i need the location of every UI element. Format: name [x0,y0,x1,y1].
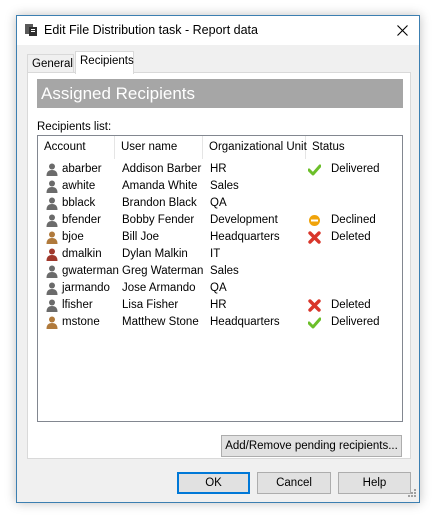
tab-general[interactable]: General [27,54,74,73]
tab-recipients[interactable]: Recipients [75,51,134,74]
user-name-cell: Dylan Malkin [122,248,188,260]
account-cell: lfisher [62,299,93,311]
user-name-cell: Bobby Fender [122,214,195,226]
user-icon [46,299,58,312]
minus-icon [309,215,320,226]
organizational-unit-cell: QA [210,282,227,294]
user-icon [46,214,58,227]
table-row[interactable]: bjoe Bill Joe Headquarters Deleted [38,229,402,246]
title-bar[interactable]: Edit File Distribution task - Report dat… [17,16,419,45]
ok-button[interactable]: OK [177,472,250,494]
organizational-unit-cell: HR [210,163,227,175]
task-icon [25,24,37,36]
table-row[interactable]: bblack Brandon Black QA [38,195,402,212]
recipients-list[interactable]: Account User name Organizational Unit St… [37,135,403,422]
user-name-cell: Bill Joe [122,231,160,243]
check-icon [308,164,321,176]
account-cell: gwaterman [62,265,119,277]
table-row[interactable]: lfisher Lisa Fisher HR Deleted [38,297,402,314]
status-cell: Deleted [331,231,371,243]
user-name-cell: Amanda White [122,180,198,192]
user-icon [46,231,58,244]
recipients-panel: Assigned Recipients Recipients list: Acc… [27,72,411,459]
column-header-account[interactable]: Account [38,136,115,159]
account-cell: bblack [62,197,96,209]
resize-grip-icon[interactable] [406,489,416,499]
table-row[interactable]: dmalkin Dylan Malkin IT [38,246,402,263]
account-cell: abarber [62,163,102,175]
table-row[interactable]: mstone Matthew Stone Headquarters Delivered [38,314,402,331]
status-cell: Declined [331,214,376,226]
table-row[interactable]: gwaterman Greg Waterman Sales [38,263,402,280]
user-name-cell: Brandon Black [122,197,197,209]
user-icon [46,197,58,210]
dialog-window: Edit File Distribution task - Report dat… [16,15,420,503]
column-header-organizational-unit[interactable]: Organizational Unit [203,136,307,159]
close-icon [396,25,408,36]
table-row[interactable]: abarber Addison Barber HR Delivered [38,161,402,178]
user-name-cell: Lisa Fisher [122,299,179,311]
organizational-unit-cell: QA [210,197,227,209]
assigned-recipients-banner: Assigned Recipients [37,79,403,108]
help-button[interactable]: Help [338,472,411,494]
user-name-cell: Addison Barber [122,163,202,175]
table-row[interactable]: bfender Bobby Fender Development Declined [38,212,402,229]
user-icon [46,248,58,261]
cancel-button[interactable]: Cancel [257,472,331,494]
organizational-unit-cell: Headquarters [210,316,280,328]
organizational-unit-cell: Headquarters [210,231,280,243]
user-name-cell: Matthew Stone [122,316,199,328]
list-header: Account User name Organizational Unit St… [38,136,402,159]
user-icon [46,316,58,329]
organizational-unit-cell: Sales [210,265,239,277]
user-name-cell: Greg Waterman [122,265,204,277]
account-cell: mstone [62,316,100,328]
user-name-cell: Jose Armando [122,282,196,294]
status-cell: Delivered [331,163,380,175]
list-rows: abarber Addison Barber HR Delivered awhite Am… [38,161,402,331]
table-row[interactable]: awhite Amanda White Sales [38,178,402,195]
user-icon [46,265,58,278]
window-title: Edit File Distribution task - Report dat… [44,23,258,37]
status-cell: Delivered [331,316,380,328]
organizational-unit-cell: IT [210,248,221,260]
check-icon [308,317,321,329]
add-remove-recipients-button[interactable]: Add/Remove pending recipients... [221,435,402,457]
account-cell: bfender [62,214,102,226]
organizational-unit-cell: HR [210,299,227,311]
x-icon [308,299,321,312]
x-icon [308,231,321,244]
account-cell: bjoe [62,231,84,243]
column-header-user-name[interactable]: User name [115,136,203,159]
user-icon [46,282,58,295]
status-cell: Deleted [331,299,371,311]
table-row[interactable]: jarmando Jose Armando QA [38,280,402,297]
user-icon [46,180,58,193]
close-button[interactable] [385,16,419,45]
recipients-list-label: Recipients list: [37,121,112,133]
column-header-status[interactable]: Status [306,136,402,159]
organizational-unit-cell: Development [210,214,278,226]
account-cell: dmalkin [62,248,102,260]
organizational-unit-cell: Sales [210,180,239,192]
account-cell: awhite [62,180,96,192]
user-icon [46,163,58,176]
account-cell: jarmando [62,282,110,294]
